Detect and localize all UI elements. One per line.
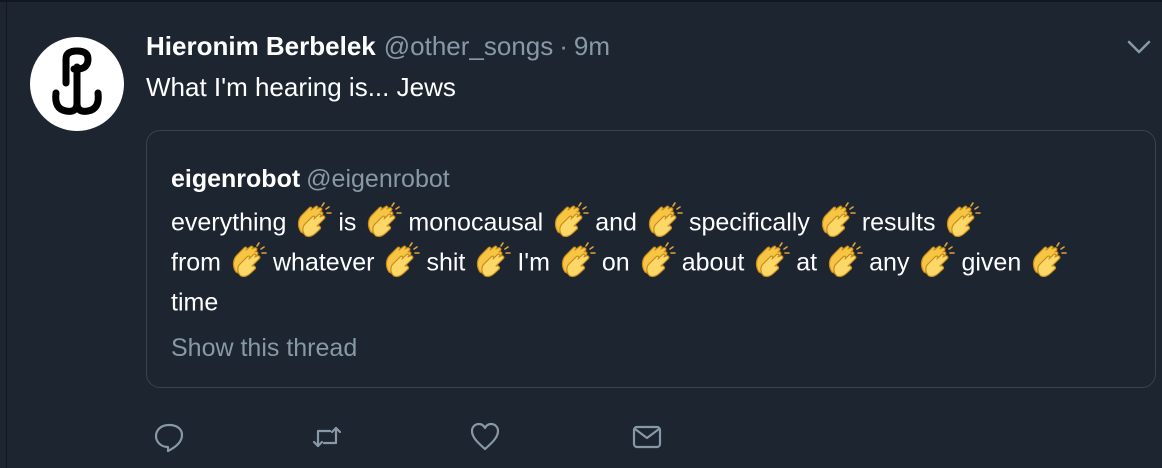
clapping-hands-icon <box>477 242 512 278</box>
quoted-tweet[interactable]: eigenrobot @eigenrobot everything is monoca… <box>146 130 1156 388</box>
clapping-hands-icon <box>756 242 791 278</box>
message-icon[interactable] <box>630 420 664 454</box>
clapping-hands-icon <box>821 202 856 238</box>
clapping-hands-icon <box>555 202 590 238</box>
quoted-word: shit <box>426 248 466 277</box>
clapping-hands-icon <box>232 242 267 278</box>
clapping-hands-icon <box>921 242 956 278</box>
quoted-tweet-text: everything is monocausal and specifically res… <box>171 201 1131 321</box>
show-thread-link[interactable]: Show this thread <box>171 331 357 365</box>
quoted-text-line: time <box>171 281 1131 321</box>
user-handle[interactable]: @other_songs <box>384 31 554 61</box>
quoted-word: given <box>961 248 1022 277</box>
left-divider <box>6 0 7 468</box>
top-divider <box>0 0 1162 2</box>
separator-dot: · <box>559 31 568 61</box>
quoted-word: specifically <box>688 208 810 237</box>
clapping-hands-icon <box>386 242 421 278</box>
quoted-word: about <box>681 248 745 277</box>
reply-icon[interactable] <box>152 420 186 454</box>
timestamp[interactable]: 9m <box>574 31 610 61</box>
quoted-user-handle: @eigenrobot <box>306 165 450 193</box>
anchor-symbol-icon <box>52 47 102 115</box>
retweet-icon[interactable] <box>310 420 344 454</box>
like-icon[interactable] <box>468 420 502 454</box>
quoted-word: everything <box>171 208 287 237</box>
clapping-hands-icon <box>829 242 863 278</box>
clapping-hands-icon <box>641 242 676 278</box>
quoted-display-name: eigenrobot <box>171 165 301 193</box>
quoted-text-line: everything is monocausal and specifically res… <box>171 201 1131 241</box>
quoted-word: from <box>171 248 221 277</box>
clapping-hands-icon <box>648 202 683 238</box>
quoted-text-line: from whatever shit I'm on about at any given <box>171 241 1131 281</box>
quoted-word: on <box>601 248 630 277</box>
quoted-word: I'm <box>517 248 550 277</box>
clapping-hands-icon <box>1033 242 1068 278</box>
tweet-header: Hieronim Berbelek @other_songs · 9m <box>146 29 610 63</box>
quoted-tweet-header: eigenrobot @eigenrobot <box>171 163 450 195</box>
tweet-text: What I'm hearing is... Jews <box>146 72 456 102</box>
clapping-hands-icon <box>298 202 333 238</box>
quoted-word: whatever <box>273 248 375 277</box>
display-name[interactable]: Hieronim Berbelek <box>146 31 376 61</box>
chevron-down-icon[interactable] <box>1124 32 1154 62</box>
quoted-word: any <box>869 248 910 277</box>
quoted-word: results <box>861 208 936 237</box>
quoted-word: at <box>796 248 818 277</box>
clapping-hands-icon <box>947 202 982 238</box>
quoted-word: is <box>338 208 357 237</box>
clapping-hands-icon <box>561 242 596 278</box>
avatar[interactable] <box>30 37 124 131</box>
clapping-hands-icon <box>368 202 403 238</box>
quoted-word: and <box>595 208 637 237</box>
quoted-word: time <box>171 288 219 317</box>
quoted-word: monocausal <box>408 208 544 237</box>
